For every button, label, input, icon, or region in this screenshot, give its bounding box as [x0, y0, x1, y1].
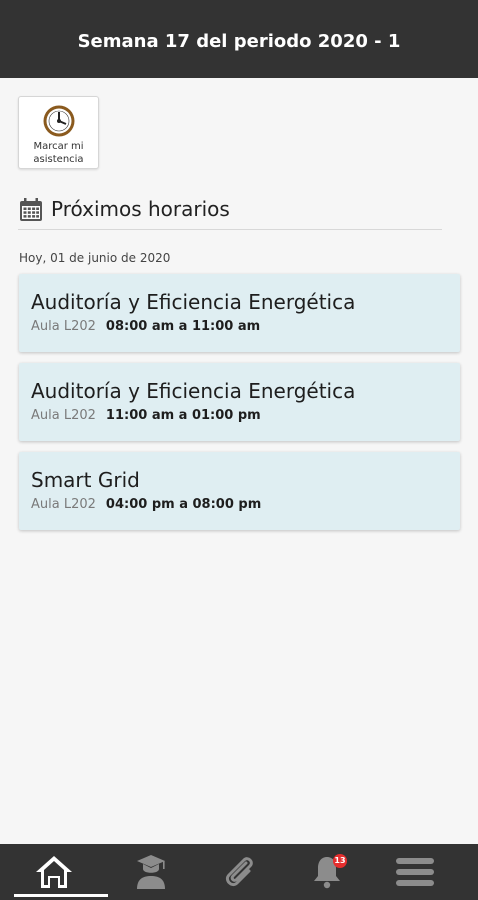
mark-attendance-button[interactable]: Marcar mi asistencia [18, 96, 99, 169]
active-indicator [14, 894, 108, 897]
schedule-card[interactable]: Auditoría y Eficiencia Energética Aula L… [19, 274, 460, 352]
time-range: 08:00 am a 11:00 am [105, 319, 261, 334]
menu-icon [396, 858, 434, 886]
notification-badge: 13 [333, 854, 347, 868]
room-label: Aula L202 [31, 497, 96, 512]
mark-attendance-label: Marcar mi asistencia [33, 141, 84, 165]
schedule-card[interactable]: Smart Grid Aula L202 04:00 pm a 08:00 pm [19, 452, 460, 530]
course-name: Auditoría y Eficiencia Energética [31, 290, 356, 314]
calendar-icon [20, 198, 42, 221]
bottom-navigation: 13 [0, 844, 478, 900]
section-title: Próximos horarios [51, 197, 230, 221]
time-range: 11:00 am a 01:00 pm [105, 408, 261, 423]
date-label: Hoy, 01 de junio de 2020 [19, 251, 171, 265]
top-app-bar: Semana 17 del periodo 2020 - 1 [0, 0, 478, 78]
graduate-icon [137, 855, 165, 889]
room-label: Aula L202 [31, 319, 96, 334]
clock-icon [43, 105, 74, 137]
room-label: Aula L202 [31, 408, 96, 423]
page-title: Semana 17 del periodo 2020 - 1 [77, 30, 401, 52]
nav-notifications[interactable]: 13 [283, 844, 371, 900]
section-header: Próximos horarios [18, 196, 442, 230]
nav-profile[interactable] [107, 844, 195, 900]
nav-menu[interactable] [371, 844, 459, 900]
course-name: Smart Grid [31, 468, 140, 492]
course-name: Auditoría y Eficiencia Energética [31, 379, 356, 403]
home-icon [35, 856, 72, 888]
paperclip-icon [225, 857, 253, 887]
schedule-card[interactable]: Auditoría y Eficiencia Energética Aula L… [19, 363, 460, 441]
schedule-list: Auditoría y Eficiencia Energética Aula L… [19, 274, 460, 541]
time-range: 04:00 pm a 08:00 pm [105, 497, 262, 512]
nav-home[interactable] [0, 844, 108, 900]
nav-attachments[interactable] [195, 844, 283, 900]
